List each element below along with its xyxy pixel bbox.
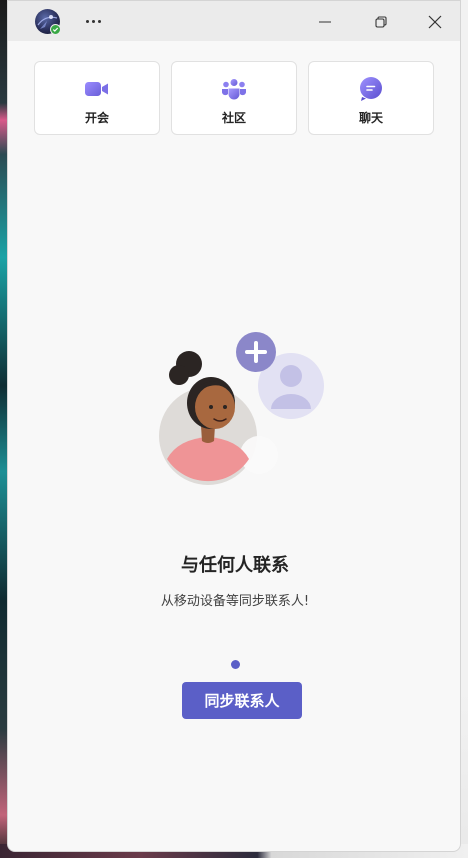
meet-label: 开会 (84, 111, 109, 125)
pager-dot-active[interactable] (231, 660, 240, 669)
quick-actions: 开会 社区 聊天 (34, 61, 436, 135)
desktop-background-right (460, 0, 468, 858)
restore-button[interactable] (368, 9, 394, 35)
more-horizontal-icon (85, 19, 89, 23)
more-options-button[interactable] (80, 11, 106, 31)
chat-button[interactable]: 聊天 (308, 61, 434, 135)
presence-available-icon (50, 24, 61, 35)
meet-button[interactable]: 开会 (34, 61, 160, 135)
restore-icon (375, 16, 387, 28)
connect-contacts-illustration (159, 332, 324, 485)
teams-window: 开会 社区 聊天 与任何人联系 从移动设备等同步联系人! 同步联系人 (7, 0, 461, 852)
subline: 从移动设备等同步联系人! (160, 594, 310, 609)
community-label: 社区 (221, 111, 246, 125)
community-button[interactable]: 社区 (171, 61, 297, 135)
title-bar (8, 1, 460, 41)
close-button[interactable] (422, 9, 448, 35)
close-icon (428, 15, 442, 29)
sync-contacts-button[interactable]: 同步联系人 (182, 682, 302, 719)
minimize-icon (319, 21, 331, 23)
video-camera-icon (84, 77, 110, 101)
people-community-icon (221, 77, 247, 101)
chat-bubble-icon (358, 77, 384, 101)
chat-label: 聊天 (358, 111, 383, 125)
headline: 与任何人联系 (181, 555, 289, 576)
minimize-button[interactable] (312, 9, 338, 35)
